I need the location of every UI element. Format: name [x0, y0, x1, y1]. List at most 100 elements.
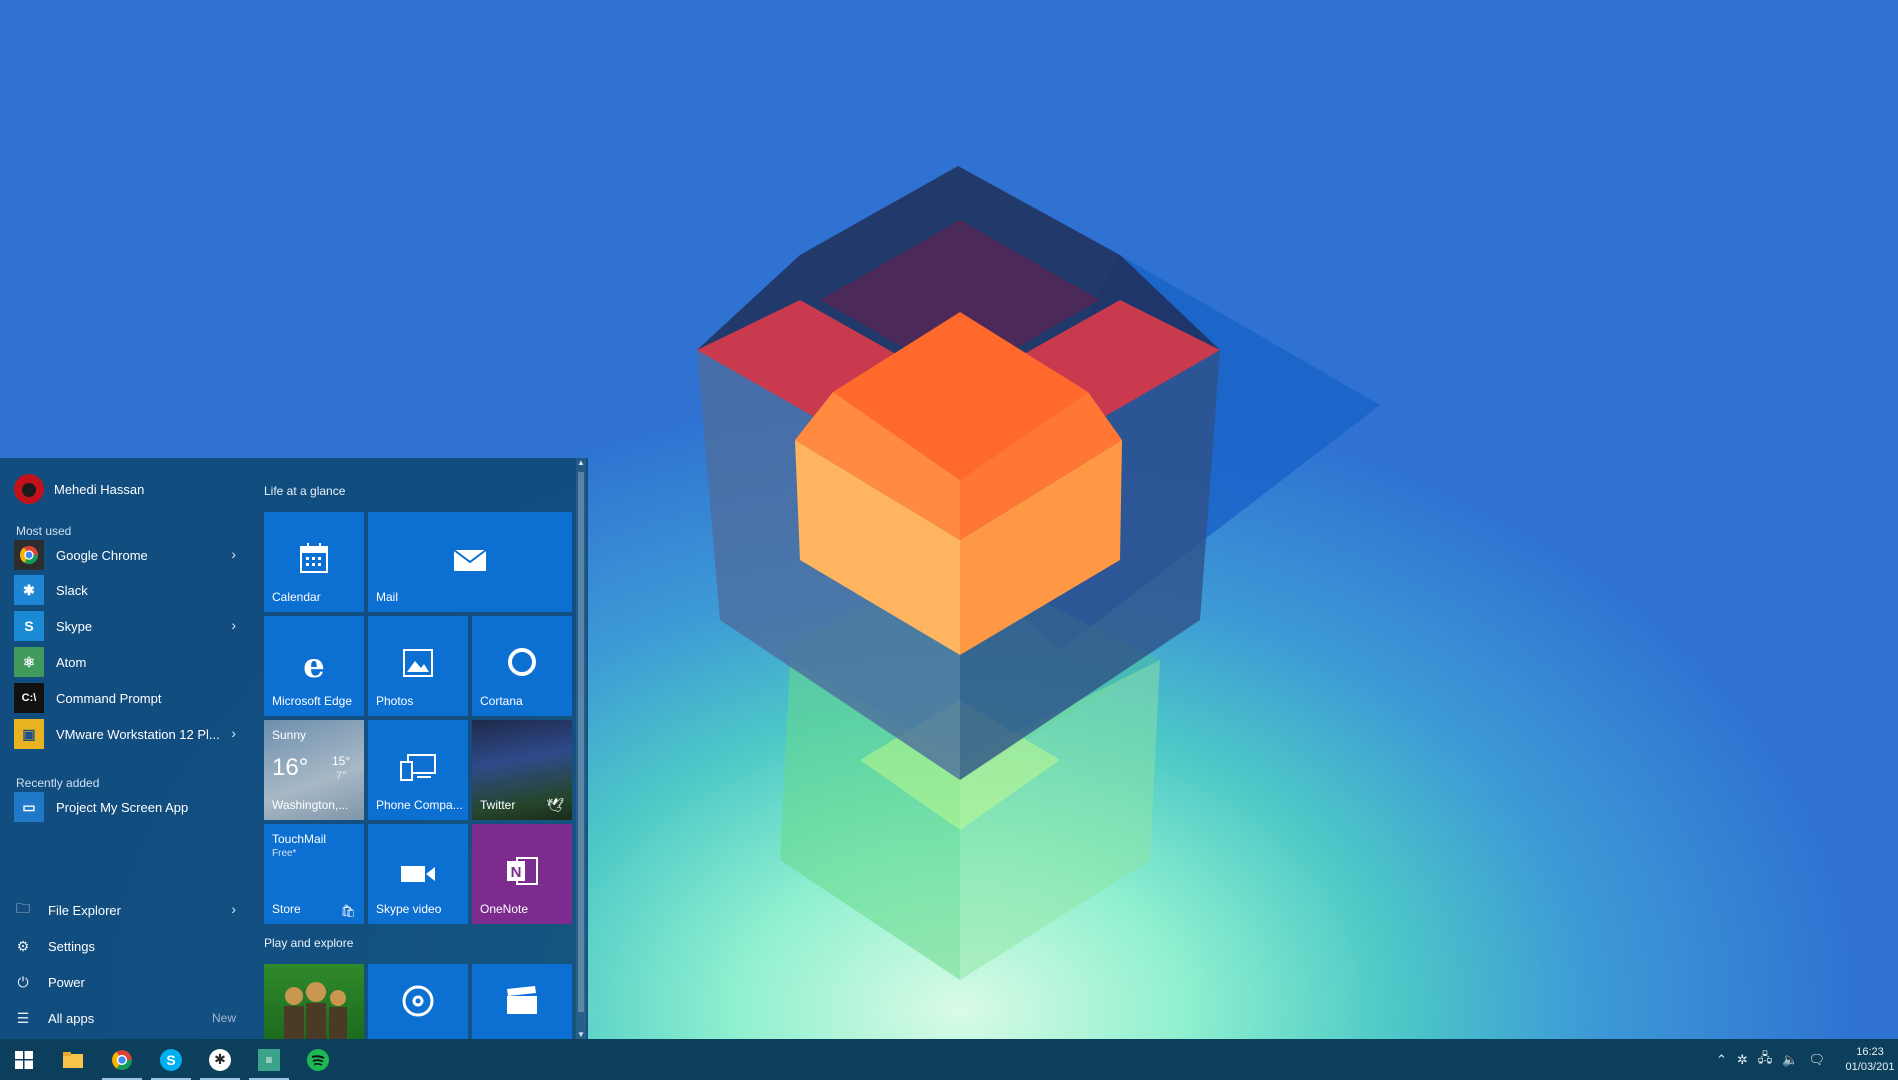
file-explorer-label: File Explorer: [48, 902, 121, 918]
user-name: Mehedi Hassan: [54, 481, 145, 497]
tile-label: Mail: [376, 590, 399, 604]
power-item[interactable]: ⏻ Power: [14, 967, 236, 997]
all-apps-label: All apps: [48, 1010, 95, 1026]
taskbar-google-chrome[interactable]: [98, 1039, 146, 1080]
tile-phone-companion[interactable]: Phone Compa...: [368, 720, 468, 820]
folder-icon: [63, 1051, 83, 1068]
tile-onenote[interactable]: N OneNote: [472, 824, 572, 924]
start-menu-left-pane: Mehedi Hassan Most used Google Chrome › …: [0, 458, 250, 1039]
app-label: Google Chrome: [56, 547, 148, 563]
user-account[interactable]: Mehedi Hassan: [14, 474, 144, 504]
tile-label: Cortana: [480, 694, 523, 708]
scroll-up-icon[interactable]: ▲: [576, 458, 586, 467]
twitter-bird-icon: 🕊: [546, 797, 564, 813]
app-command-prompt[interactable]: C:\ Command Prompt: [14, 681, 236, 715]
power-icon: ⏻: [17, 973, 29, 990]
tile-twitter[interactable]: Twitter 🕊: [472, 720, 572, 820]
cortana-icon: [472, 646, 572, 687]
app-project-my-screen[interactable]: ▭ Project My Screen App: [14, 790, 236, 824]
chrome-icon: [112, 1049, 132, 1070]
tile-groove-music[interactable]: [368, 964, 468, 1039]
chevron-right-icon[interactable]: ›: [231, 725, 236, 741]
recently-added-heading: Recently added: [16, 776, 100, 790]
taskbar-slack[interactable]: ✱: [196, 1039, 244, 1080]
chevron-up-icon[interactable]: ⌃: [1716, 1052, 1727, 1068]
group-title-play: Play and explore: [264, 936, 354, 950]
taskbar-spotify[interactable]: [294, 1039, 342, 1080]
tile-calendar[interactable]: Calendar: [264, 512, 364, 612]
action-center-icon[interactable]: 🗨: [1808, 1052, 1825, 1068]
chevron-right-icon[interactable]: ›: [231, 617, 236, 633]
weather-condition: Sunny: [272, 728, 307, 742]
user-avatar: [14, 474, 44, 504]
tile-label: Microsoft Edge: [272, 694, 353, 708]
tile-label: Photos: [376, 694, 414, 708]
settings-label: Settings: [48, 938, 95, 954]
calendar-icon: [264, 542, 364, 583]
tile-label: Twitter: [480, 798, 516, 812]
start-menu: Mehedi Hassan Most used Google Chrome › …: [0, 458, 588, 1039]
cmd-icon: C:\: [14, 683, 44, 713]
chevron-right-icon[interactable]: ›: [231, 546, 236, 562]
tile-label: OneNote: [480, 902, 529, 916]
clock-time: 16:23: [1856, 1045, 1884, 1058]
tile-label: Phone Compa...: [376, 798, 463, 812]
app-label: Slack: [56, 582, 88, 598]
file-explorer-item[interactable]: 🗀 File Explorer ›: [14, 895, 236, 925]
chrome-icon: [14, 540, 44, 570]
weather-high: 15°: [332, 754, 351, 768]
store-featured-price: Free*: [272, 848, 297, 859]
tile-label: Calendar: [272, 590, 321, 604]
taskbar-app-green[interactable]: ≡: [245, 1039, 293, 1080]
system-tray: ⌃ ✲ 🖧 🔈 🗨 16:23 01/03/201: [1711, 1039, 1898, 1080]
new-badge: New: [211, 1011, 236, 1025]
phone-companion-icon: [368, 750, 468, 790]
tile-skype-video[interactable]: Skype video: [368, 824, 468, 924]
most-used-heading: Most used: [16, 524, 72, 538]
start-button[interactable]: [0, 1039, 48, 1080]
tile-weather[interactable]: Sunny 16° 15° 7° Washington,...: [264, 720, 364, 820]
settings-item[interactable]: ⚙ Settings: [14, 931, 236, 961]
list-icon: ☰: [16, 1009, 30, 1026]
tile-store[interactable]: TouchMail Free* Store 🛍: [264, 824, 364, 924]
app-skype[interactable]: S Skype ›: [14, 609, 236, 643]
taskbar-file-explorer[interactable]: [49, 1039, 97, 1080]
app-label: VMware Workstation 12 Pl...: [56, 726, 220, 742]
photos-icon: [368, 646, 468, 686]
svg-text:N: N: [511, 864, 522, 881]
all-apps-item[interactable]: ☰ All apps New: [14, 1003, 236, 1033]
app-vmware-workstation[interactable]: ▣ VMware Workstation 12 Pl... ›: [14, 717, 236, 751]
power-label: Power: [48, 974, 85, 990]
scrollbar-thumb[interactable]: [578, 472, 584, 1012]
tile-movies-tv[interactable]: [472, 964, 572, 1039]
video-camera-icon: [368, 854, 468, 894]
tile-label: Washington,...: [272, 798, 349, 812]
system-clock[interactable]: 16:23 01/03/201: [1842, 1045, 1898, 1075]
skype-icon: S: [160, 1048, 182, 1071]
app-atom[interactable]: ⚛ Atom: [14, 645, 236, 679]
ethernet-icon[interactable]: 🖧: [1758, 1049, 1773, 1071]
tile-cortana[interactable]: Cortana: [472, 616, 572, 716]
vmware-icon: ▣: [14, 719, 44, 749]
scroll-down-icon[interactable]: ▼: [576, 1030, 586, 1039]
edge-icon: e: [303, 646, 325, 686]
app-label: Command Prompt: [56, 690, 162, 706]
start-menu-scrollbar[interactable]: ▲ ▼: [576, 458, 586, 1039]
tile-microsoft-edge[interactable]: e Microsoft Edge: [264, 616, 364, 716]
tile-photos[interactable]: Photos: [368, 616, 468, 716]
network-settings-icon[interactable]: ✲: [1737, 1052, 1748, 1068]
folder-icon: 🗀: [16, 900, 30, 916]
project-screen-icon: ▭: [14, 792, 44, 822]
onenote-icon: N: [472, 854, 572, 897]
app-slack[interactable]: ✱ Slack: [14, 573, 236, 607]
app-google-chrome[interactable]: Google Chrome ›: [14, 538, 236, 572]
green-app-icon: ≡: [258, 1048, 280, 1071]
tile-label: Skype video: [376, 902, 442, 916]
volume-icon[interactable]: 🔈: [1782, 1052, 1798, 1068]
tile-xbox[interactable]: [264, 964, 364, 1039]
chevron-right-icon[interactable]: ›: [231, 901, 236, 917]
taskbar-skype[interactable]: S: [147, 1039, 195, 1080]
clock-date: 01/03/201: [1845, 1060, 1895, 1073]
tile-mail[interactable]: Mail: [368, 512, 572, 612]
store-featured-app: TouchMail: [272, 832, 327, 846]
